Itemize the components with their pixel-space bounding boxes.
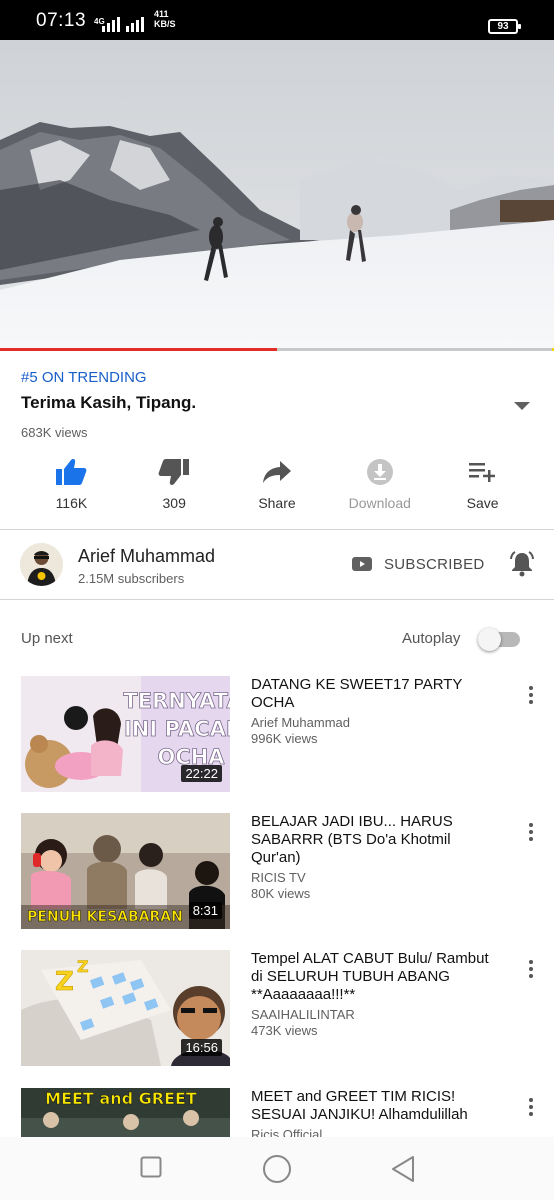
video-thumbnail[interactable]: TERNYATA INI PACAR OCHA 22:22 (21, 676, 230, 792)
video-duration: 22:22 (181, 765, 222, 782)
video-item-channel: Ricis Official (251, 1127, 323, 1137)
thumbnail-text: MEET and GREET (45, 1089, 197, 1108)
video-thumbnail[interactable]: Z Z 16:56 (21, 950, 230, 1066)
system-nav-bar (0, 1137, 554, 1200)
thumbnail-text: INI PACAR (124, 717, 230, 741)
more-vert-icon[interactable] (526, 823, 536, 843)
video-item-title[interactable]: BELAJAR JADI IBU... HARUS SABARRR (BTS D… (251, 813, 496, 867)
toggle-knob (478, 628, 501, 651)
divider (0, 599, 554, 600)
progress-played (0, 348, 277, 351)
thumbnail-text: TERNYATA (123, 689, 230, 713)
video-meta: MEET and GREET TIM RICIS! SESUAI JANJIKU… (251, 1088, 496, 1137)
video-item-channel: Arief Muhammad (251, 715, 350, 730)
divider (0, 529, 554, 530)
status-time: 07:13 (36, 10, 87, 31)
video-item-views: 473K views (251, 1023, 318, 1038)
video-item-title[interactable]: MEET and GREET TIM RICIS! SESUAI JANJIKU… (251, 1088, 496, 1124)
list-item[interactable]: TERNYATA INI PACAR OCHA 22:22 DATANG KE … (0, 676, 554, 796)
video-player[interactable] (0, 40, 554, 351)
video-item-channel: RICIS TV (251, 870, 306, 885)
svg-text:Z: Z (77, 957, 89, 976)
battery-level: 93 (497, 21, 509, 32)
thumbnail-image: MEET and GREET (21, 1088, 230, 1137)
video-thumbnail[interactable]: PENUH KESABARAN 8:31 (21, 813, 230, 929)
video-item-channel: SAAIHALILINTAR (251, 1007, 355, 1022)
like-button[interactable]: 116K (20, 455, 123, 517)
video-meta: DATANG KE SWEET17 PARTY OCHA Arief Muham… (251, 676, 496, 747)
save-button[interactable]: Save (431, 455, 534, 517)
status-bar: 07:13 4G 411 KB/S 93 (0, 0, 554, 40)
list-item[interactable]: MEET and GREET MEET and GREET TIM RICIS!… (0, 1088, 554, 1137)
video-item-views: 996K views (251, 731, 318, 746)
like-count: 116K (55, 495, 88, 511)
network-speed: 411 KB/S (154, 9, 176, 29)
dislike-count: 309 (162, 495, 186, 511)
back-icon[interactable] (390, 1155, 416, 1183)
video-list: TERNYATA INI PACAR OCHA 22:22 DATANG KE … (0, 674, 554, 1137)
svg-text:Z: Z (55, 967, 74, 997)
trending-badge[interactable]: #5 ON TRENDING (21, 369, 147, 386)
speed-value: 411 (154, 9, 169, 19)
channel-name[interactable]: Arief Muhammad (78, 546, 215, 567)
video-thumbnail[interactable]: MEET and GREET (21, 1088, 230, 1137)
autoplay-toggle[interactable] (478, 628, 520, 651)
subscriber-count: 2.15M subscribers (78, 571, 185, 586)
signal-icon (102, 14, 120, 32)
recent-apps-icon[interactable] (140, 1156, 162, 1178)
video-duration: 16:56 (181, 1039, 222, 1056)
thumbnail-text: PENUH KESABARAN (27, 909, 183, 925)
thumb-down-icon (123, 455, 226, 489)
list-item[interactable]: PENUH KESABARAN 8:31 BELAJAR JADI IBU...… (0, 813, 554, 933)
video-frame (0, 40, 554, 351)
download-label: Download (348, 495, 411, 511)
video-item-title[interactable]: DATANG KE SWEET17 PARTY OCHA (251, 676, 496, 712)
view-count: 683K views (21, 425, 88, 440)
subscribed-button[interactable]: SUBSCRIBED (384, 556, 485, 573)
speed-unit: KB/S (154, 19, 176, 29)
video-meta: BELAJAR JADI IBU... HARUS SABARRR (BTS D… (251, 813, 496, 902)
up-next-label: Up next (21, 630, 73, 647)
autoplay-label: Autoplay (402, 630, 461, 647)
signal-icon-2 (126, 14, 144, 32)
share-label: Share (258, 495, 296, 511)
video-meta: Tempel ALAT CABUT Bulu/ Rambut di SELURU… (251, 950, 496, 1039)
more-vert-icon[interactable] (526, 1098, 536, 1118)
playlist-add-icon (431, 455, 534, 489)
share-button[interactable]: Share (226, 455, 329, 517)
youtube-icon (352, 557, 372, 571)
save-label: Save (466, 495, 499, 511)
notification-bell-icon[interactable] (508, 550, 536, 578)
more-vert-icon[interactable] (526, 960, 536, 980)
home-icon[interactable] (262, 1154, 292, 1184)
list-item[interactable]: Z Z 16:56 Tempel ALAT CABUT Bulu/ Rambut… (0, 950, 554, 1070)
video-item-title[interactable]: Tempel ALAT CABUT Bulu/ Rambut di SELURU… (251, 950, 496, 1004)
thumb-up-icon (20, 455, 123, 489)
chevron-down-icon[interactable] (513, 400, 531, 412)
download-button[interactable]: Download (328, 455, 431, 517)
more-vert-icon[interactable] (526, 686, 536, 706)
dislike-button[interactable]: 309 (123, 455, 226, 517)
download-icon (328, 455, 431, 489)
video-duration: 8:31 (188, 902, 222, 919)
share-icon (226, 455, 329, 489)
video-title: Terima Kasih, Tipang. (21, 393, 197, 412)
video-progress-bar[interactable] (0, 348, 554, 351)
channel-avatar[interactable] (20, 543, 63, 586)
battery-icon: 93 (488, 19, 521, 34)
action-bar: 116K 309 Share Download Save (20, 455, 534, 517)
video-item-views: 80K views (251, 886, 311, 901)
